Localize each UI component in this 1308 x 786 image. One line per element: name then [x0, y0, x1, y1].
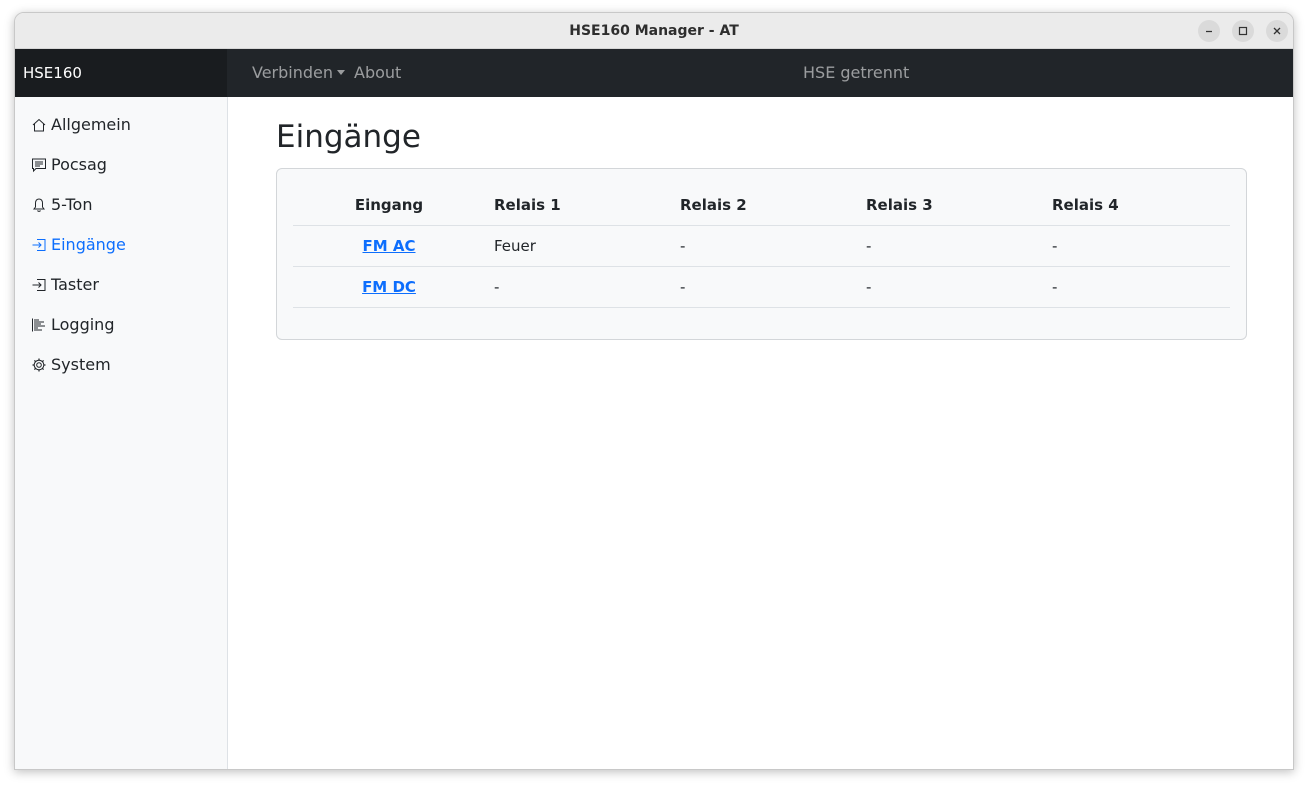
table-row: FM AC Feuer - - - [293, 225, 1230, 267]
table-cell: - [857, 225, 1043, 267]
log-icon [31, 309, 51, 341]
table-cell: - [1043, 266, 1230, 308]
connect-label: Verbinden [252, 63, 334, 82]
sidebar-item-allgemein[interactable]: Allgemein [15, 109, 227, 149]
column-header-relais-2: Relais 2 [671, 185, 857, 226]
app-window: HSE160 Manager - AT HSE160 Verbinden Abo… [14, 12, 1294, 770]
about-link[interactable]: About [354, 49, 401, 97]
input-link-fm-ac[interactable]: FM AC [362, 237, 415, 255]
inputs-table: Eingang Relais 1 Relais 2 Relais 3 Relai… [293, 185, 1230, 308]
maximize-button[interactable] [1232, 20, 1254, 42]
inputs-card: Eingang Relais 1 Relais 2 Relais 3 Relai… [276, 168, 1247, 340]
window-title: HSE160 Manager - AT [569, 23, 739, 39]
chevron-down-icon [337, 70, 346, 75]
input-link-fm-dc[interactable]: FM DC [362, 278, 416, 296]
column-header-eingang: Eingang [293, 185, 485, 226]
table-cell: - [671, 225, 857, 267]
table-row: FM DC - - - - [293, 266, 1230, 308]
sidebar-item-label: 5-Ton [51, 195, 93, 214]
table-cell: - [671, 266, 857, 308]
minimize-icon [1206, 30, 1212, 33]
table-cell: FM DC [293, 266, 485, 308]
table-cell: - [1043, 225, 1230, 267]
brand[interactable]: HSE160 [15, 49, 227, 97]
sidebar-item-label: Taster [51, 275, 99, 294]
sidebar-item-taster[interactable]: Taster [15, 269, 227, 309]
close-button[interactable] [1266, 20, 1288, 42]
sidebar-item-pocsag[interactable]: Pocsag [15, 149, 227, 189]
title-bar: HSE160 Manager - AT [15, 13, 1293, 49]
sidebar-item-label: System [51, 355, 111, 374]
close-icon [1273, 27, 1281, 35]
sidebar-item-eingaenge[interactable]: Eingänge [15, 229, 227, 269]
sidebar-item-label: Pocsag [51, 155, 107, 174]
house-icon [31, 109, 51, 141]
sidebar-item-5-ton[interactable]: 5-Ton [15, 189, 227, 229]
connection-status: HSE getrennt [803, 63, 910, 82]
gear-icon [31, 349, 51, 381]
table-cell: - [485, 266, 671, 308]
table-cell: FM AC [293, 225, 485, 267]
bell-icon [31, 189, 51, 221]
page-title: Eingänge [276, 119, 421, 155]
input-icon [31, 229, 51, 261]
sidebar: Allgemein Pocsag 5-Ton Eingänge Taster L… [15, 97, 228, 769]
table-header-row: Eingang Relais 1 Relais 2 Relais 3 Relai… [293, 185, 1230, 226]
table-cell: Feuer [485, 225, 671, 267]
maximize-icon [1238, 26, 1248, 36]
main-content: Eingänge Eingang Relais 1 Relais 2 Relai… [228, 97, 1293, 769]
minimize-button[interactable] [1198, 20, 1220, 42]
input-icon [31, 269, 51, 301]
sidebar-item-label: Logging [51, 315, 115, 334]
column-header-relais-3: Relais 3 [857, 185, 1043, 226]
sidebar-item-system[interactable]: System [15, 349, 227, 389]
sidebar-item-label: Allgemein [51, 115, 131, 134]
sidebar-item-logging[interactable]: Logging [15, 309, 227, 349]
sidebar-item-label: Eingänge [51, 235, 126, 254]
connect-dropdown[interactable]: Verbinden [252, 49, 346, 97]
column-header-relais-1: Relais 1 [485, 185, 671, 226]
table-cell: - [857, 266, 1043, 308]
message-icon [31, 149, 51, 181]
column-header-relais-4: Relais 4 [1043, 185, 1230, 226]
top-navbar: HSE160 Verbinden About HSE getrennt [15, 49, 1293, 97]
